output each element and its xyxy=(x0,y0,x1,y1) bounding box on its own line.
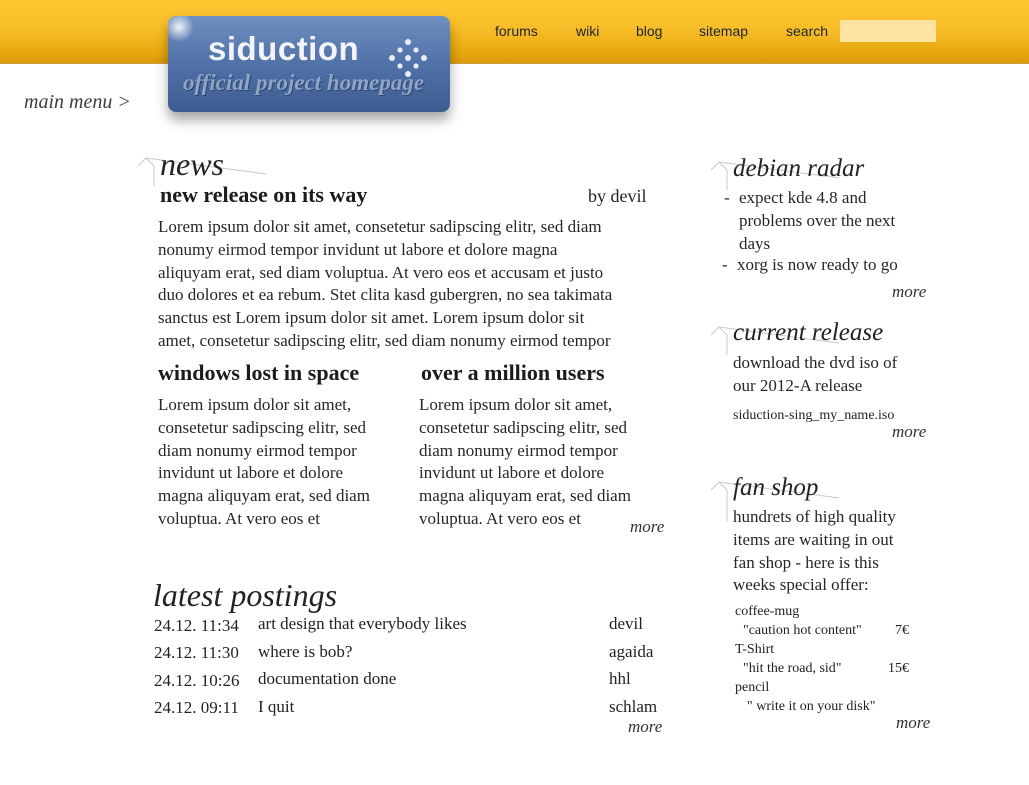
posting-time: 24.12. 09:11 xyxy=(154,698,239,717)
posting-title[interactable]: where is bob? xyxy=(258,642,352,662)
release-more-link[interactable]: more xyxy=(892,422,926,442)
site-logo[interactable]: siduction official project homepage xyxy=(168,16,450,112)
shop-item-name[interactable]: pencil xyxy=(735,680,769,696)
posting-user[interactable]: agaida xyxy=(609,642,653,662)
shop-item-desc: "caution hot content" xyxy=(743,623,862,638)
posting-title[interactable]: art design that everybody likes xyxy=(258,614,467,634)
radar-item[interactable]: xorg is now ready to go xyxy=(737,254,927,277)
radar-item-dash: - xyxy=(722,255,728,274)
posting-time: 24.12. 11:34 xyxy=(154,616,239,635)
main-menu-toggle[interactable]: main menu > xyxy=(24,91,131,114)
logo-title: siduction xyxy=(208,30,360,67)
news-lead-author: by devil xyxy=(588,186,647,206)
posting-time: 24.12. 11:30 xyxy=(154,643,239,662)
shop-item-name[interactable]: coffee-mug xyxy=(735,604,799,620)
release-file-link[interactable]: siduction-sing_my_name.iso xyxy=(733,408,894,424)
shop-text: hundrets of high quality items are waitin… xyxy=(733,507,896,595)
release-heading: current release xyxy=(733,319,884,346)
shop-item-desc: " write it on your disk" xyxy=(747,699,876,714)
news-more-link[interactable]: more xyxy=(630,517,664,537)
postings-more-link[interactable]: more xyxy=(628,717,662,737)
radar-heading: debian radar xyxy=(733,155,865,182)
news-col2-body: Lorem ipsum dolor sit amet, consetetur sa… xyxy=(419,395,631,528)
radar-more-link[interactable]: more xyxy=(892,282,926,302)
news-lead-body: Lorem ipsum dolor sit amet, consetetur s… xyxy=(158,217,613,350)
shop-item-price: 15€ xyxy=(888,661,909,676)
posting-user[interactable]: hhl xyxy=(609,669,631,689)
posting-title[interactable]: documentation done xyxy=(258,669,396,689)
logo-subtitle: official project homepage xyxy=(183,70,425,95)
news-lead-title[interactable]: new release on its way xyxy=(160,182,367,208)
posting-user[interactable]: devil xyxy=(609,614,643,634)
news-col1-title[interactable]: windows lost in space xyxy=(158,360,359,386)
postings-heading: latest postings xyxy=(153,577,338,613)
news-col2-title[interactable]: over a million users xyxy=(421,360,605,386)
news-heading: news xyxy=(160,146,224,182)
nav-blog-link[interactable]: blog xyxy=(636,23,662,39)
shop-heading: fan shop xyxy=(733,474,819,501)
posting-time: 24.12. 10:26 xyxy=(154,671,240,690)
logo-shine xyxy=(168,16,194,42)
nav-forums-link[interactable]: forums xyxy=(495,23,538,39)
posting-title[interactable]: I quit xyxy=(258,697,294,717)
shop-item-name[interactable]: T-Shirt xyxy=(735,642,774,658)
release-text: download the dvd iso of our 2012-A releas… xyxy=(733,353,898,395)
radar-item[interactable]: expect kde 4.8 and problems over the next… xyxy=(739,187,929,255)
radar-item-dash: - xyxy=(724,188,730,207)
posting-user[interactable]: schlam xyxy=(609,697,657,717)
shop-item-desc: "hit the road, sid" xyxy=(743,661,842,676)
search-input[interactable] xyxy=(840,20,936,42)
nav-search-label: search xyxy=(786,23,829,39)
shop-more-link[interactable]: more xyxy=(896,713,930,733)
nav-sitemap-link[interactable]: sitemap xyxy=(699,23,748,39)
nav-wiki-link[interactable]: wiki xyxy=(576,23,599,39)
shop-item-price: 7€ xyxy=(895,623,909,638)
news-col1-body: Lorem ipsum dolor sit amet, consetetur sa… xyxy=(158,395,370,528)
